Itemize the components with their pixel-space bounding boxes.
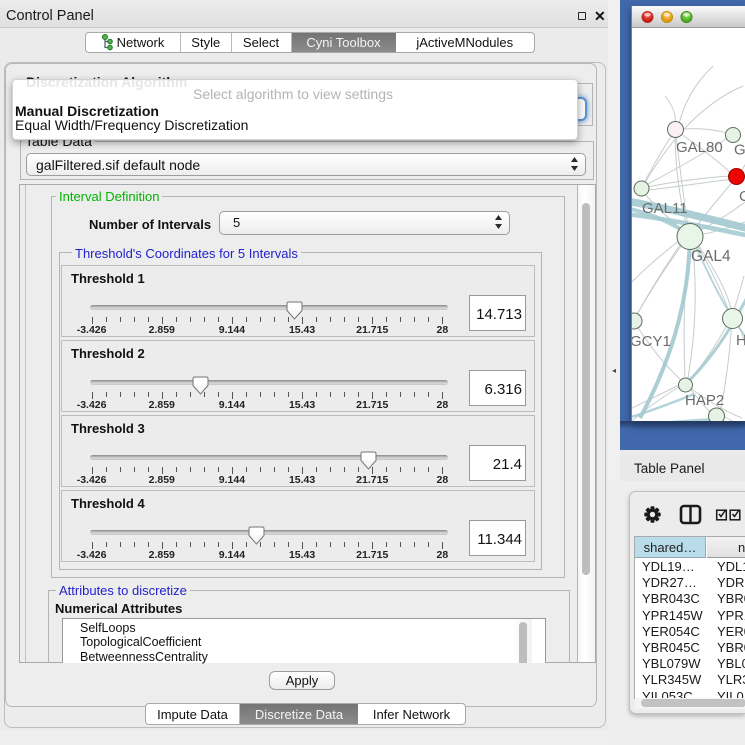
svg-text:GAL4: GAL4 <box>691 248 731 265</box>
svg-text:H: H <box>736 332 745 349</box>
svg-text:GAL11: GAL11 <box>642 200 688 217</box>
svg-text:GAL80: GAL80 <box>676 139 723 156</box>
svg-text:GCY1: GCY1 <box>632 333 671 350</box>
svg-text:C: C <box>739 188 745 205</box>
svg-text:HAP2: HAP2 <box>685 392 724 409</box>
svg-text:G.: G. <box>734 142 745 159</box>
